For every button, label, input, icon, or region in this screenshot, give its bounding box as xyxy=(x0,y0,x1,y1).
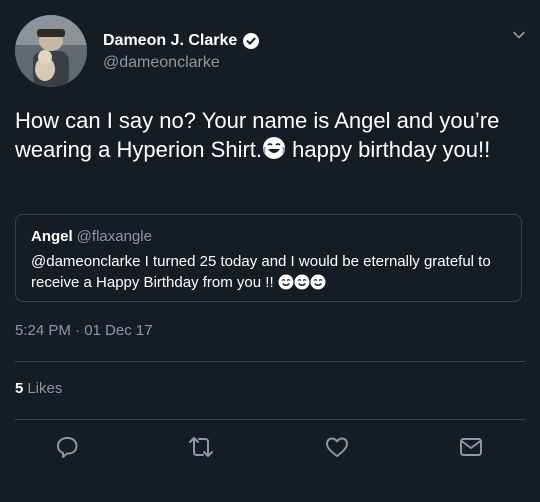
quoted-author: Angel @flaxangle xyxy=(31,228,152,245)
tweet-text-part-2: happy birthday you!! xyxy=(286,137,491,162)
like-icon[interactable] xyxy=(323,433,353,463)
quoted-text-body: @dameonclarke I turned 25 today and I wo… xyxy=(31,253,491,291)
smiling-face-icon xyxy=(310,274,326,296)
author-avatar[interactable] xyxy=(15,15,87,87)
quoted-tweet[interactable]: Angel @flaxangle @dameonclarke I turned 2… xyxy=(15,214,522,302)
likes-label: Likes xyxy=(27,380,63,397)
quoted-author-handle: @flaxangle xyxy=(76,228,152,245)
quoted-author-name: Angel xyxy=(31,228,73,245)
retweet-icon[interactable] xyxy=(187,433,217,463)
smiling-face-icon xyxy=(294,274,310,296)
author-name-text: Dameon J. Clarke xyxy=(103,32,238,49)
divider xyxy=(15,419,525,420)
chevron-down-icon[interactable] xyxy=(512,28,526,42)
author-handle[interactable]: @dameonclarke xyxy=(103,54,220,72)
author-display-name[interactable]: Dameon J. Clarke xyxy=(103,32,260,50)
direct-message-icon[interactable] xyxy=(457,433,487,463)
smiling-face-icon xyxy=(278,274,294,296)
tweet-timestamp[interactable]: 5:24 PM · 01 Dec 17 xyxy=(15,322,153,339)
face-with-tears-of-joy-icon xyxy=(262,136,286,167)
tweet-action-bar xyxy=(0,433,540,473)
tweet-text: How can I say no? Your name is Angel and… xyxy=(15,106,520,167)
likes-count[interactable]: 5 Likes xyxy=(15,380,62,397)
verified-badge-icon xyxy=(243,33,260,49)
quoted-tweet-text: @dameonclarke I turned 25 today and I wo… xyxy=(31,251,501,296)
reply-icon[interactable] xyxy=(53,433,83,463)
divider xyxy=(15,361,525,362)
likes-number: 5 xyxy=(15,380,24,397)
